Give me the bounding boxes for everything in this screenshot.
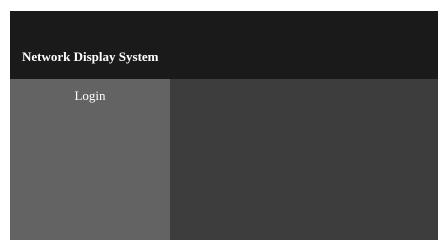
header-bar: Network Display System [10,11,438,79]
app-title: Network Display System [22,49,159,64]
sidebar: Login [10,79,170,240]
app-window: Network Display System Login [10,11,438,240]
sidebar-item-login[interactable]: Login [10,88,170,104]
main-content-area [170,79,438,240]
